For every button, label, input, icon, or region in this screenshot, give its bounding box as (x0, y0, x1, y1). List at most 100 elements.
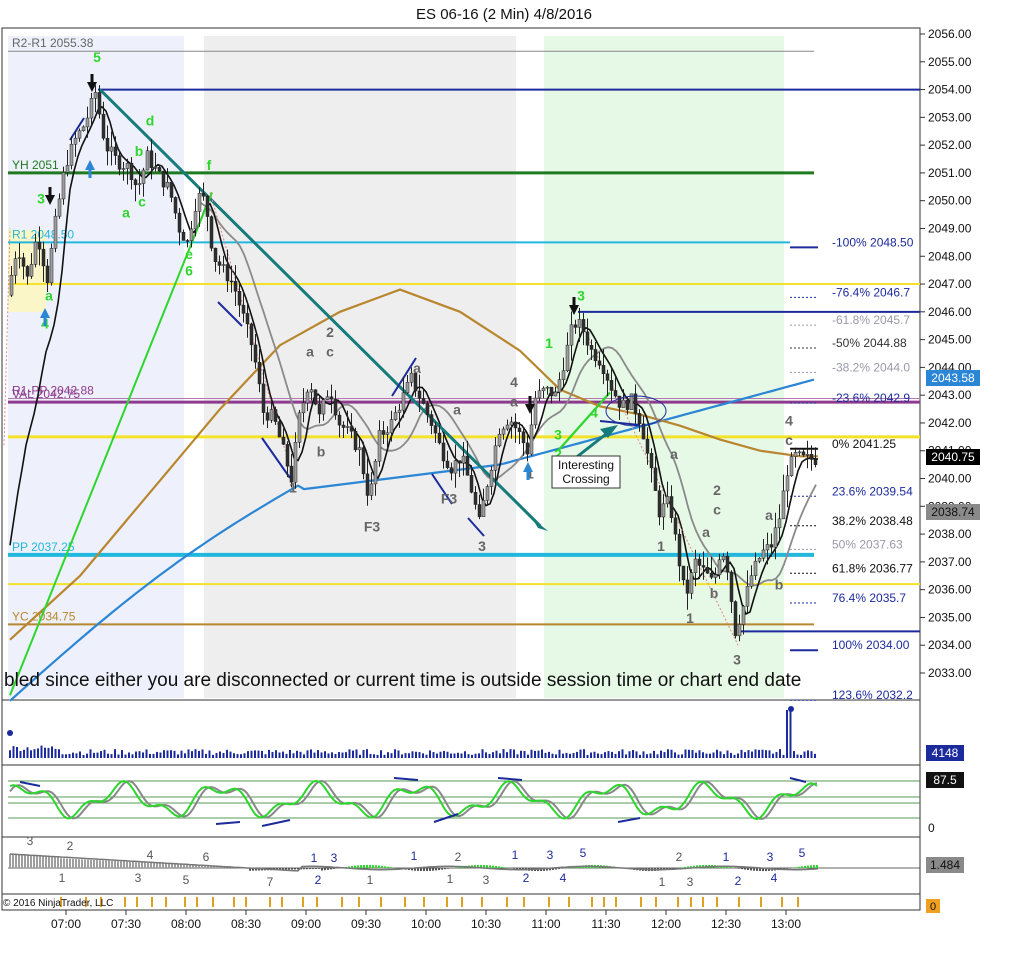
fib-level-label: 76.4% 2035.7 (832, 591, 906, 605)
candle-body (781, 490, 786, 520)
y-tick-label: 2054.00 (928, 83, 972, 97)
chart-title: ES 06-16 (2 Min) 4/8/2016 (416, 6, 592, 23)
candle-body (805, 454, 810, 456)
macd-wave-label: 3 (483, 873, 490, 887)
candle-body (745, 586, 750, 607)
candle-body (605, 373, 610, 381)
macd-wave-label: 1 (723, 850, 730, 864)
wave-label: F3 (441, 491, 458, 507)
candle-body (177, 212, 182, 233)
candle-body (21, 257, 26, 267)
candle-body (581, 319, 586, 333)
candle-body (305, 391, 310, 404)
wave-label: d (146, 113, 155, 129)
candle-body (793, 452, 798, 457)
candle-body (693, 558, 698, 573)
price-level-label: R2-R1 2055.38 (12, 36, 94, 50)
volume-dot (788, 706, 794, 712)
candle-body (465, 455, 470, 476)
wave-label: a (702, 524, 710, 540)
candle-body (193, 211, 198, 230)
candle-body (453, 460, 458, 474)
signal-tick (184, 897, 186, 907)
wave-label: b (317, 443, 326, 459)
macd-wave-label: 1 (367, 873, 374, 887)
candle-body (337, 414, 342, 426)
candle-body (89, 97, 94, 119)
candle-body (301, 402, 306, 414)
candle-body (157, 167, 162, 172)
macd-wave-label: 4 (147, 848, 154, 862)
macd-wave-label: 3 (687, 875, 694, 889)
signal-tick (358, 897, 360, 907)
candle-body (153, 167, 158, 169)
macd-wave-label: 7 (267, 875, 274, 889)
signal-tick (165, 897, 167, 907)
wave-label: 1 (545, 335, 553, 351)
signal-tick (506, 897, 508, 907)
macd-wave-label: 1 (447, 872, 454, 886)
candle-body (501, 428, 506, 435)
y-tick-label: 2047.00 (928, 277, 972, 291)
signal-tick (341, 897, 343, 907)
candle-body (13, 258, 18, 276)
y-tick-label: 2050.00 (928, 194, 972, 208)
candle-body (785, 475, 790, 492)
wave-label: a (45, 288, 53, 304)
candle-body (197, 192, 202, 212)
candle-body (389, 419, 394, 434)
candle-body (49, 248, 54, 284)
candle-body (85, 117, 90, 128)
x-tick-label: 07:00 (51, 917, 81, 931)
candle-body (9, 275, 14, 296)
candle-body (813, 459, 818, 465)
candle-body (81, 126, 86, 132)
wave-label: a (413, 360, 421, 376)
candle-body (285, 444, 290, 467)
x-tick-label: 07:30 (111, 917, 141, 931)
signal-tick (797, 897, 799, 907)
candle-body (145, 150, 150, 171)
candle-body (649, 453, 654, 469)
macd-wave-label: 5 (580, 846, 587, 860)
candle-body (565, 344, 570, 372)
session-warning-text: bled since either you are disconnected o… (4, 670, 801, 691)
candle-body (113, 146, 118, 156)
macd-wave-label: 4 (560, 871, 567, 885)
macd-wave-label: 3 (135, 871, 142, 885)
candle-body (801, 451, 806, 456)
candle-body (609, 380, 614, 391)
candle-body (757, 557, 762, 562)
macd-wave-label: 6 (203, 850, 210, 864)
candle-body (421, 398, 426, 404)
candle-body (169, 181, 174, 198)
candle-body (333, 398, 338, 416)
wave-label: a (510, 393, 518, 409)
candle-body (497, 433, 502, 447)
signal-tick (423, 897, 425, 907)
candle-body (569, 324, 574, 346)
y-tick-label: 2043.00 (928, 388, 972, 402)
fib-level-label: -76.4% 2046.7 (832, 285, 910, 299)
macd-wave-label: 3 (331, 851, 338, 865)
candle-body (545, 386, 550, 389)
signal-tick (124, 897, 126, 907)
macd-wave-label: 4 (771, 871, 778, 885)
macd-wave-label: 2 (676, 850, 683, 864)
signal-tick (446, 897, 448, 907)
candle-body (117, 155, 122, 170)
signal-tick (481, 897, 483, 907)
signal-tick (245, 897, 247, 907)
last-price-badge: 2040.75 (931, 450, 975, 464)
signal-tick (640, 897, 642, 907)
wave-label: 3 (577, 288, 585, 304)
candle-body (129, 162, 134, 181)
candle-body (661, 503, 666, 518)
candle-body (341, 424, 346, 428)
candle-body (369, 483, 374, 496)
candle-body (161, 170, 166, 188)
candle-body (393, 412, 398, 420)
signal-tick (136, 897, 138, 907)
candle-body (213, 247, 218, 263)
candle-body (429, 414, 434, 426)
